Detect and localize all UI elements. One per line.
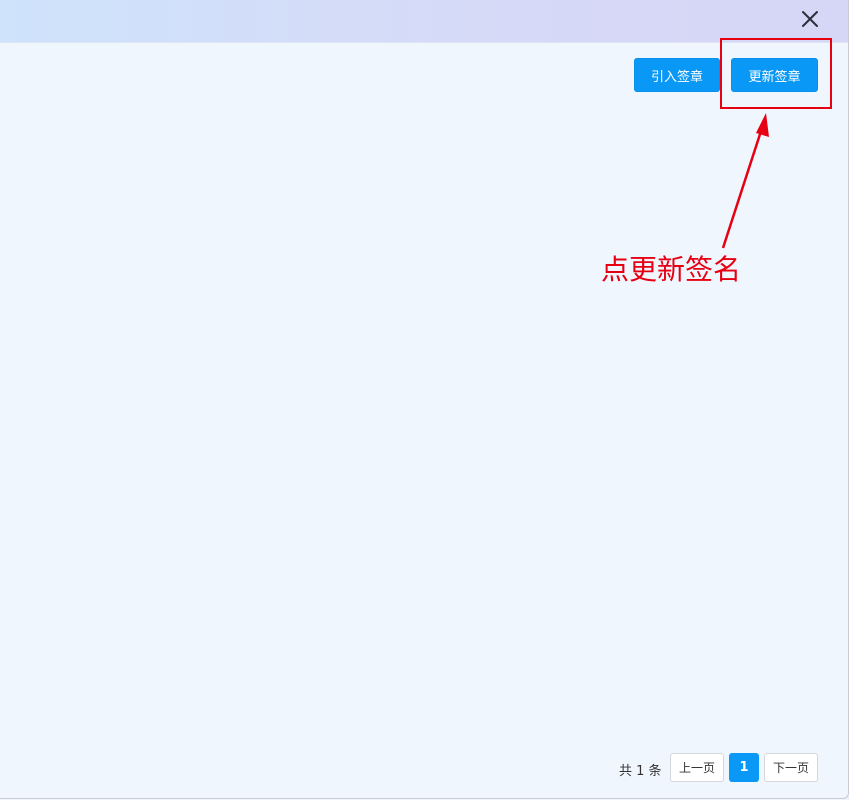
close-button[interactable] xyxy=(798,7,822,31)
annotation-arrow xyxy=(721,113,769,249)
pagination-total: 共 1 条 xyxy=(619,764,662,779)
import-signature-button[interactable]: 引入签章 xyxy=(634,58,720,92)
dialog-header xyxy=(0,0,848,43)
annotation-text: 点更新签名 xyxy=(601,253,742,286)
highlight-box xyxy=(720,38,832,109)
close-icon xyxy=(802,11,818,27)
prev-page-button[interactable]: 上一页 xyxy=(670,753,724,782)
dialog: 引入签章 更新签章 点更新签名 共 1 条 上一页 1 下一页 xyxy=(0,0,849,799)
next-page-button[interactable]: 下一页 xyxy=(764,753,818,782)
page-number-button[interactable]: 1 xyxy=(729,753,759,782)
